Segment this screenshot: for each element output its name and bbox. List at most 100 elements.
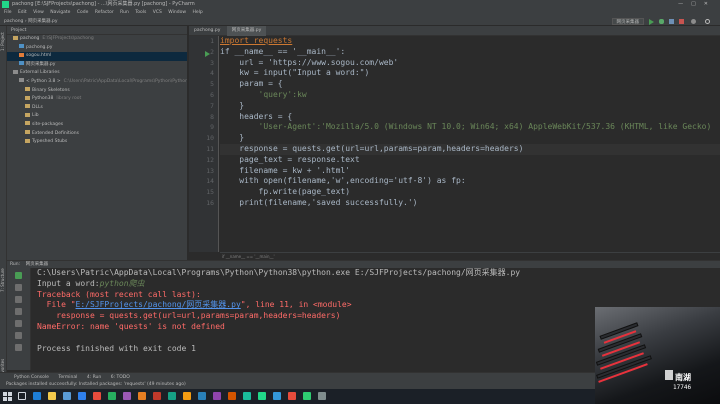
menu-navigate[interactable]: Navigate bbox=[50, 10, 70, 15]
project-tree-label: External Libraries bbox=[20, 70, 60, 76]
minimize-icon[interactable]: — bbox=[678, 1, 691, 7]
code-line: headers = { bbox=[220, 112, 292, 123]
breadcrumb-file[interactable]: 网页采集器.py bbox=[28, 19, 57, 24]
todo-tab[interactable]: 6: TODO bbox=[111, 375, 130, 380]
project-tree-item[interactable]: 网页采集器.py bbox=[7, 61, 187, 70]
project-tree-item[interactable]: Typeshed Stubs bbox=[7, 138, 187, 147]
app-icon[interactable] bbox=[198, 392, 206, 400]
menu-run[interactable]: Run bbox=[120, 10, 129, 15]
soft-wrap-icon[interactable] bbox=[15, 308, 22, 315]
edge-icon[interactable] bbox=[33, 392, 41, 400]
app-icon[interactable] bbox=[138, 392, 146, 400]
line-number: 15 bbox=[206, 188, 214, 197]
project-tree-label: pachong bbox=[20, 36, 40, 41]
windows-start-icon[interactable] bbox=[3, 392, 12, 401]
project-tree-path: library root bbox=[56, 96, 82, 102]
explorer-icon[interactable] bbox=[48, 392, 56, 400]
line-number: 6 bbox=[210, 91, 214, 99]
app-icon[interactable] bbox=[213, 392, 221, 400]
coverage-icon[interactable] bbox=[669, 19, 674, 24]
app-icon[interactable] bbox=[153, 392, 161, 400]
pause-icon[interactable] bbox=[15, 296, 22, 303]
menu-refactor[interactable]: Refactor bbox=[95, 10, 114, 15]
app-icon[interactable] bbox=[303, 392, 311, 400]
stop-icon[interactable] bbox=[679, 19, 684, 24]
rerun-icon[interactable] bbox=[15, 272, 22, 279]
settings-icon[interactable] bbox=[691, 19, 696, 24]
traceback-file-link[interactable]: E:/SJFProjects/pachong/网页采集器.py bbox=[76, 300, 241, 309]
app-icon[interactable] bbox=[228, 392, 236, 400]
project-tree-item[interactable]: site-packages bbox=[7, 121, 187, 130]
trash-icon[interactable] bbox=[15, 344, 22, 351]
project-tree-item[interactable]: sogou.html bbox=[7, 52, 187, 61]
stop-icon[interactable] bbox=[15, 284, 22, 291]
store-icon[interactable] bbox=[63, 392, 71, 400]
project-tool-tab[interactable]: 1: Project bbox=[0, 30, 7, 54]
console-user-input: python爬虫 bbox=[99, 278, 145, 288]
code-line: param = { bbox=[220, 79, 282, 90]
terminal-tab[interactable]: Terminal bbox=[58, 375, 77, 380]
folder-icon bbox=[25, 104, 30, 109]
editor-tab-bar: pachong.py 网页采集器.py bbox=[189, 26, 720, 38]
mail-icon[interactable] bbox=[78, 392, 86, 400]
line-number: 8 bbox=[210, 112, 214, 121]
window-controls[interactable]: —□✕ bbox=[678, 0, 716, 9]
app-icon[interactable] bbox=[318, 392, 326, 400]
project-tree-item[interactable]: pachong.py bbox=[7, 44, 187, 53]
folder-icon bbox=[13, 35, 18, 40]
code-line: with open(filename,'w',encoding='utf-8')… bbox=[220, 176, 465, 187]
run-configuration-select[interactable]: 网页采集器 bbox=[611, 18, 644, 25]
pycharm-taskbar-icon[interactable] bbox=[258, 392, 266, 400]
project-tree-item[interactable]: pachong E:\SJFProjects\pachong bbox=[7, 35, 187, 44]
debug-icon[interactable] bbox=[659, 19, 664, 24]
tab-pachong-py[interactable]: pachong.py bbox=[189, 26, 225, 36]
line-number: 11 bbox=[206, 145, 214, 153]
project-tree-path: C:\Users\Patric\AppData\Local\Programs\P… bbox=[63, 78, 188, 84]
app-icon[interactable] bbox=[168, 392, 176, 400]
menu-vcs[interactable]: VCS bbox=[153, 10, 162, 15]
code-editor[interactable]: import requests if __name__ == '__main__… bbox=[220, 36, 720, 252]
app-icon[interactable] bbox=[288, 392, 296, 400]
project-tree-item[interactable]: External Libraries bbox=[7, 69, 187, 78]
project-tree-label: Typeshed Stubs bbox=[32, 139, 68, 145]
code-line: 'User-Agent':'Mozilla/5.0 (Windows NT 10… bbox=[220, 122, 712, 133]
app-icon[interactable] bbox=[243, 392, 251, 400]
menu-view[interactable]: View bbox=[33, 10, 44, 15]
app-icon[interactable] bbox=[108, 392, 116, 400]
project-panel-title[interactable]: Project bbox=[11, 28, 26, 33]
code-text: fp.write(page_text) bbox=[220, 187, 351, 197]
python-console-tab[interactable]: Python Console bbox=[14, 375, 49, 380]
menu-help[interactable]: Help bbox=[192, 10, 202, 15]
app-icon[interactable] bbox=[273, 392, 281, 400]
project-tree-item[interactable]: < Python 3.8 > C:\Users\Patric\AppData\Lo… bbox=[7, 78, 187, 87]
project-tree-item[interactable]: Python38 library root bbox=[7, 95, 187, 104]
project-tree-item[interactable]: Binary Skeletons bbox=[7, 87, 187, 96]
app-icon[interactable] bbox=[183, 392, 191, 400]
menu-edit[interactable]: Edit bbox=[18, 10, 27, 15]
run-tab[interactable]: 网页采集器 bbox=[26, 262, 49, 267]
print-icon[interactable] bbox=[15, 320, 22, 327]
breadcrumb-project[interactable]: pachong bbox=[4, 19, 23, 24]
task-view-icon[interactable] bbox=[18, 392, 26, 400]
maximize-icon[interactable]: □ bbox=[691, 1, 704, 7]
pin-icon[interactable] bbox=[15, 332, 22, 339]
search-icon[interactable] bbox=[705, 19, 710, 24]
project-tree-item[interactable]: Lib bbox=[7, 112, 187, 121]
menu-code[interactable]: Code bbox=[77, 10, 89, 15]
structure-tool-tab[interactable]: 7: Structure bbox=[0, 266, 7, 294]
menu-file[interactable]: File bbox=[4, 10, 12, 15]
editor-breadcrumb[interactable]: if __name__ == '__main__' bbox=[220, 252, 720, 260]
app-icon[interactable] bbox=[123, 392, 131, 400]
watermark-text: 南湖 bbox=[675, 373, 691, 382]
line-number: 7 bbox=[210, 101, 214, 110]
line-number: 3 bbox=[210, 58, 214, 67]
run-icon[interactable] bbox=[649, 19, 654, 25]
run-tool-tab[interactable]: 4: Run bbox=[87, 375, 101, 380]
close-icon[interactable]: ✕ bbox=[704, 1, 716, 7]
menu-window[interactable]: Window bbox=[168, 10, 186, 15]
project-tree-item[interactable]: DLLs bbox=[7, 104, 187, 113]
project-tree-item[interactable]: Extended Definitions bbox=[7, 130, 187, 139]
app-icon[interactable] bbox=[93, 392, 101, 400]
code-text: 'query':kw bbox=[220, 90, 307, 99]
menu-tools[interactable]: Tools bbox=[135, 10, 146, 15]
